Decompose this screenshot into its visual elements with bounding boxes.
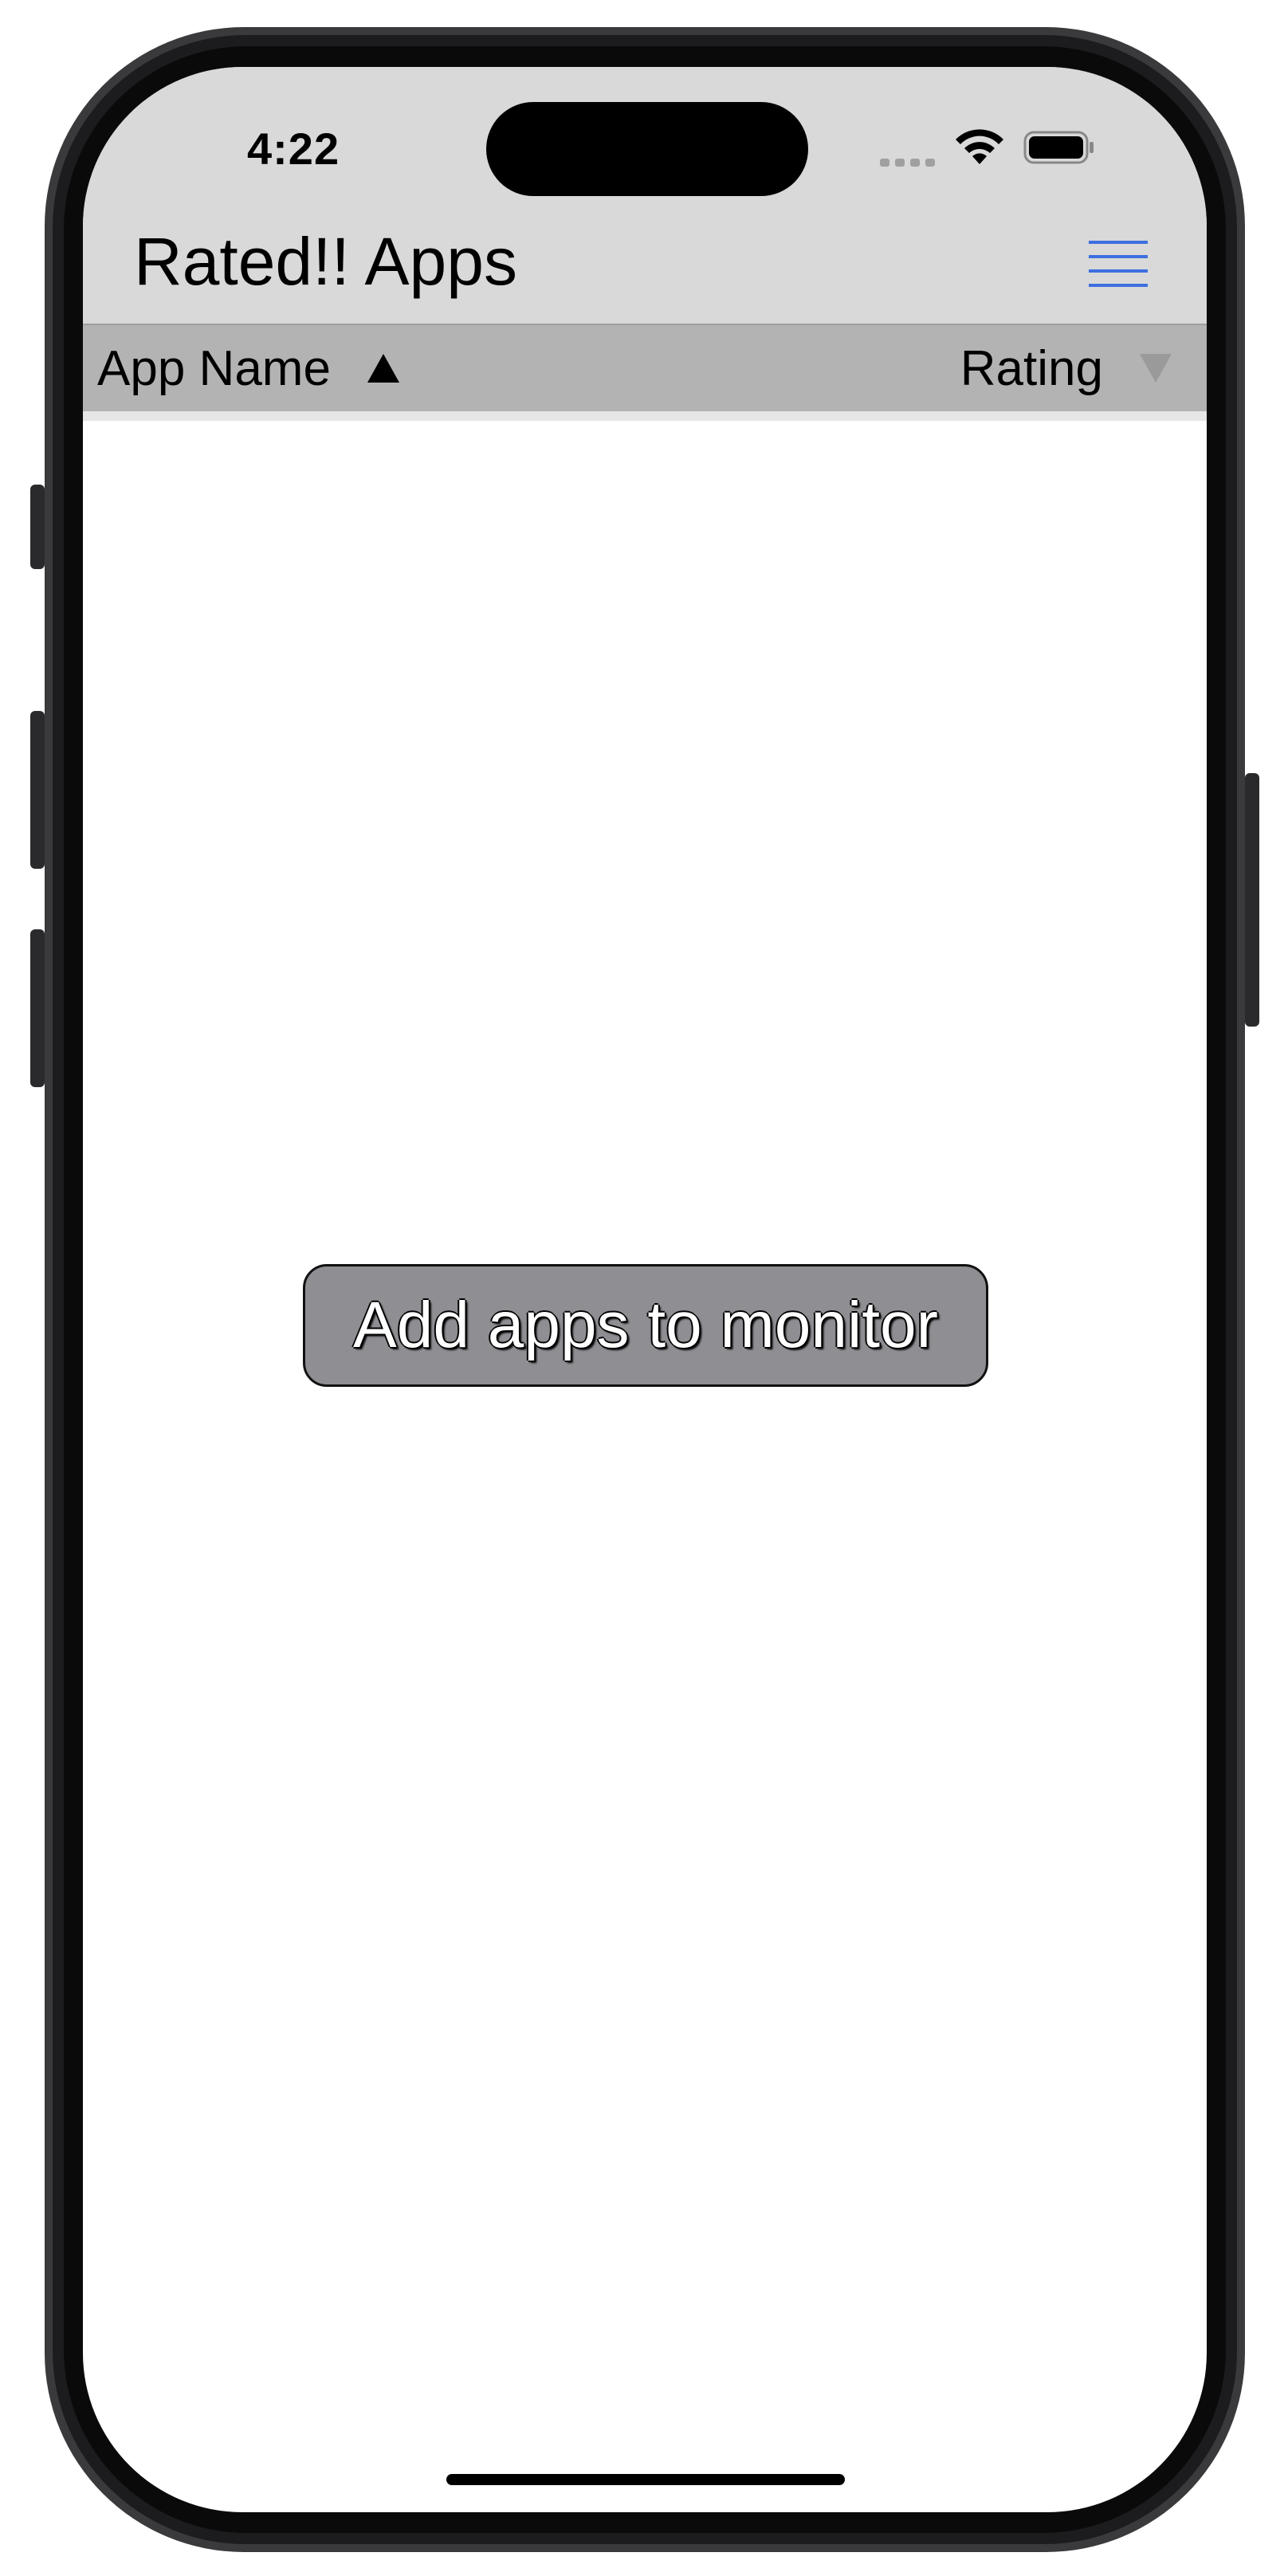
phone-device: 4:22 Rated!! Apps App Name Rating Add ap… bbox=[0, 0, 1288, 2576]
page-title: Rated!! Apps bbox=[134, 224, 517, 299]
sort-by-rating[interactable]: Rating bbox=[960, 340, 1172, 397]
add-apps-button-label: Add apps to monitor bbox=[353, 1289, 938, 1361]
dynamic-island bbox=[486, 102, 808, 196]
sort-ascending-icon bbox=[367, 354, 399, 383]
battery-icon bbox=[1023, 131, 1094, 164]
home-indicator[interactable] bbox=[446, 2474, 845, 2485]
volume-down-button bbox=[30, 929, 45, 1087]
status-time: 4:22 bbox=[247, 124, 340, 174]
sort-descending-icon bbox=[1140, 354, 1172, 383]
add-apps-button[interactable]: Add apps to monitor bbox=[303, 1264, 988, 1387]
screen: 4:22 Rated!! Apps App Name Rating Add ap… bbox=[83, 67, 1207, 2512]
app-name-label: App Name bbox=[97, 340, 331, 396]
action-button bbox=[30, 485, 45, 569]
hamburger-menu-icon[interactable] bbox=[1089, 238, 1148, 290]
cellular-dots-icon bbox=[880, 156, 940, 167]
sort-by-app-name[interactable]: App Name bbox=[97, 340, 399, 397]
wifi-icon bbox=[956, 129, 1003, 164]
power-button bbox=[1245, 773, 1259, 1027]
navigation-header: 4:22 Rated!! Apps bbox=[83, 67, 1207, 324]
divider bbox=[83, 411, 1207, 421]
rating-label: Rating bbox=[960, 340, 1103, 396]
volume-up-button bbox=[30, 711, 45, 869]
sort-bar: App Name Rating bbox=[83, 324, 1207, 411]
